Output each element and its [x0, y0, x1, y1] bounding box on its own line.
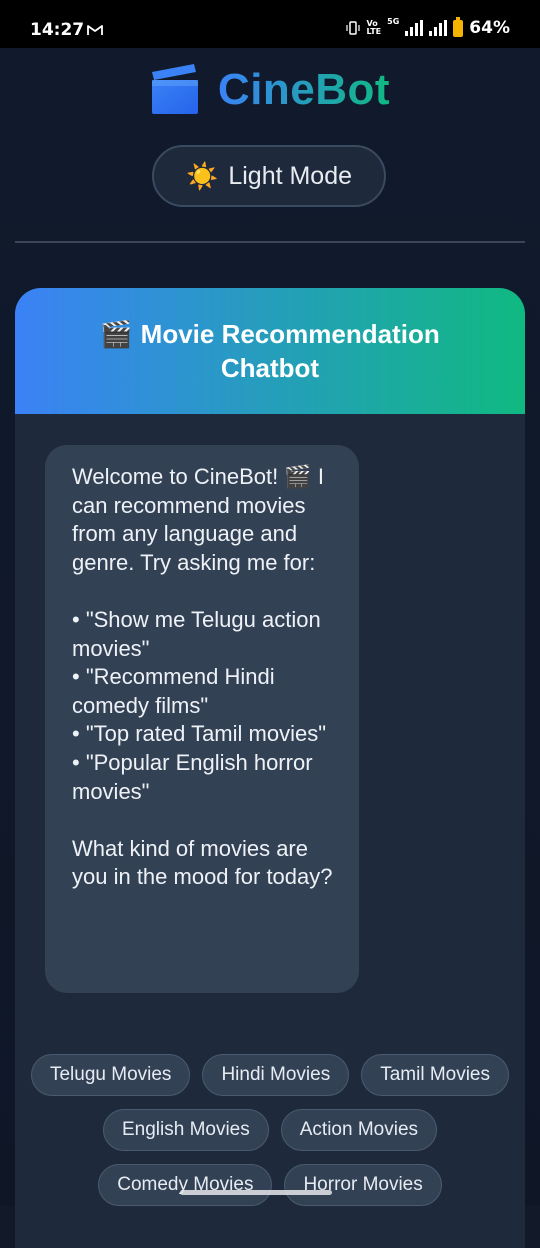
brand-name: CineBot	[217, 65, 391, 114]
chip-horror-movies[interactable]: Horror Movies	[284, 1164, 442, 1206]
battery-icon	[453, 16, 464, 37]
chip-telugu-movies[interactable]: Telugu Movies	[30, 1054, 191, 1096]
chip-hindi-movies[interactable]: Hindi Movies	[202, 1054, 350, 1096]
chat-title: 🎬 Movie Recommendation Chatbot	[55, 317, 485, 385]
chip-row: English Movies Action Movies	[15, 1109, 525, 1151]
bot-message-bubble: Welcome to CineBot! 🎬 I can recommend mo…	[45, 445, 359, 993]
status-bar: 14:27 Vo LTE 5G 64%	[0, 0, 540, 48]
status-time: 14:27	[30, 20, 85, 40]
gmail-icon	[87, 25, 103, 35]
divider	[15, 241, 525, 243]
light-mode-toggle-button[interactable]: ☀️ Light Mode	[152, 145, 386, 207]
chat-header: 🎬 Movie Recommendation Chatbot	[15, 288, 525, 414]
chip-comedy-movies[interactable]: Comedy Movies	[98, 1164, 273, 1206]
signal-strength-icon-2	[429, 20, 448, 36]
chat-window: 🎬 Movie Recommendation Chatbot Welcome to…	[15, 288, 525, 1248]
chat-title-text: Movie Recommendation Chatbot	[140, 319, 440, 383]
signal-strength-icon	[405, 20, 424, 36]
clapper-emoji-icon: 🎬	[100, 319, 133, 349]
chip-english-movies[interactable]: English Movies	[102, 1109, 269, 1151]
light-mode-label: Light Mode	[228, 161, 353, 190]
chip-tamil-movies[interactable]: Tamil Movies	[361, 1054, 510, 1096]
vibrate-icon	[346, 21, 361, 35]
5g-label: 5G	[387, 17, 400, 26]
chip-row: Comedy Movies Horror Movies	[15, 1164, 525, 1206]
app-screen: CineBot ☀️ Light Mode 🎬 Movie Recommendat…	[0, 48, 540, 1248]
status-indicators: Vo LTE 5G 64%	[346, 16, 510, 38]
sun-icon: ☀️	[185, 160, 219, 191]
chip-row: Telugu Movies Hindi Movies Tamil Movies	[15, 1054, 525, 1096]
clapperboard-icon	[151, 64, 198, 114]
network-type-label: Vo LTE	[366, 19, 382, 36]
home-gesture-bar[interactable]	[180, 1190, 332, 1195]
chip-action-movies[interactable]: Action Movies	[280, 1109, 438, 1151]
battery-percent: 64%	[469, 18, 510, 38]
brand-header: CineBot	[0, 62, 540, 118]
